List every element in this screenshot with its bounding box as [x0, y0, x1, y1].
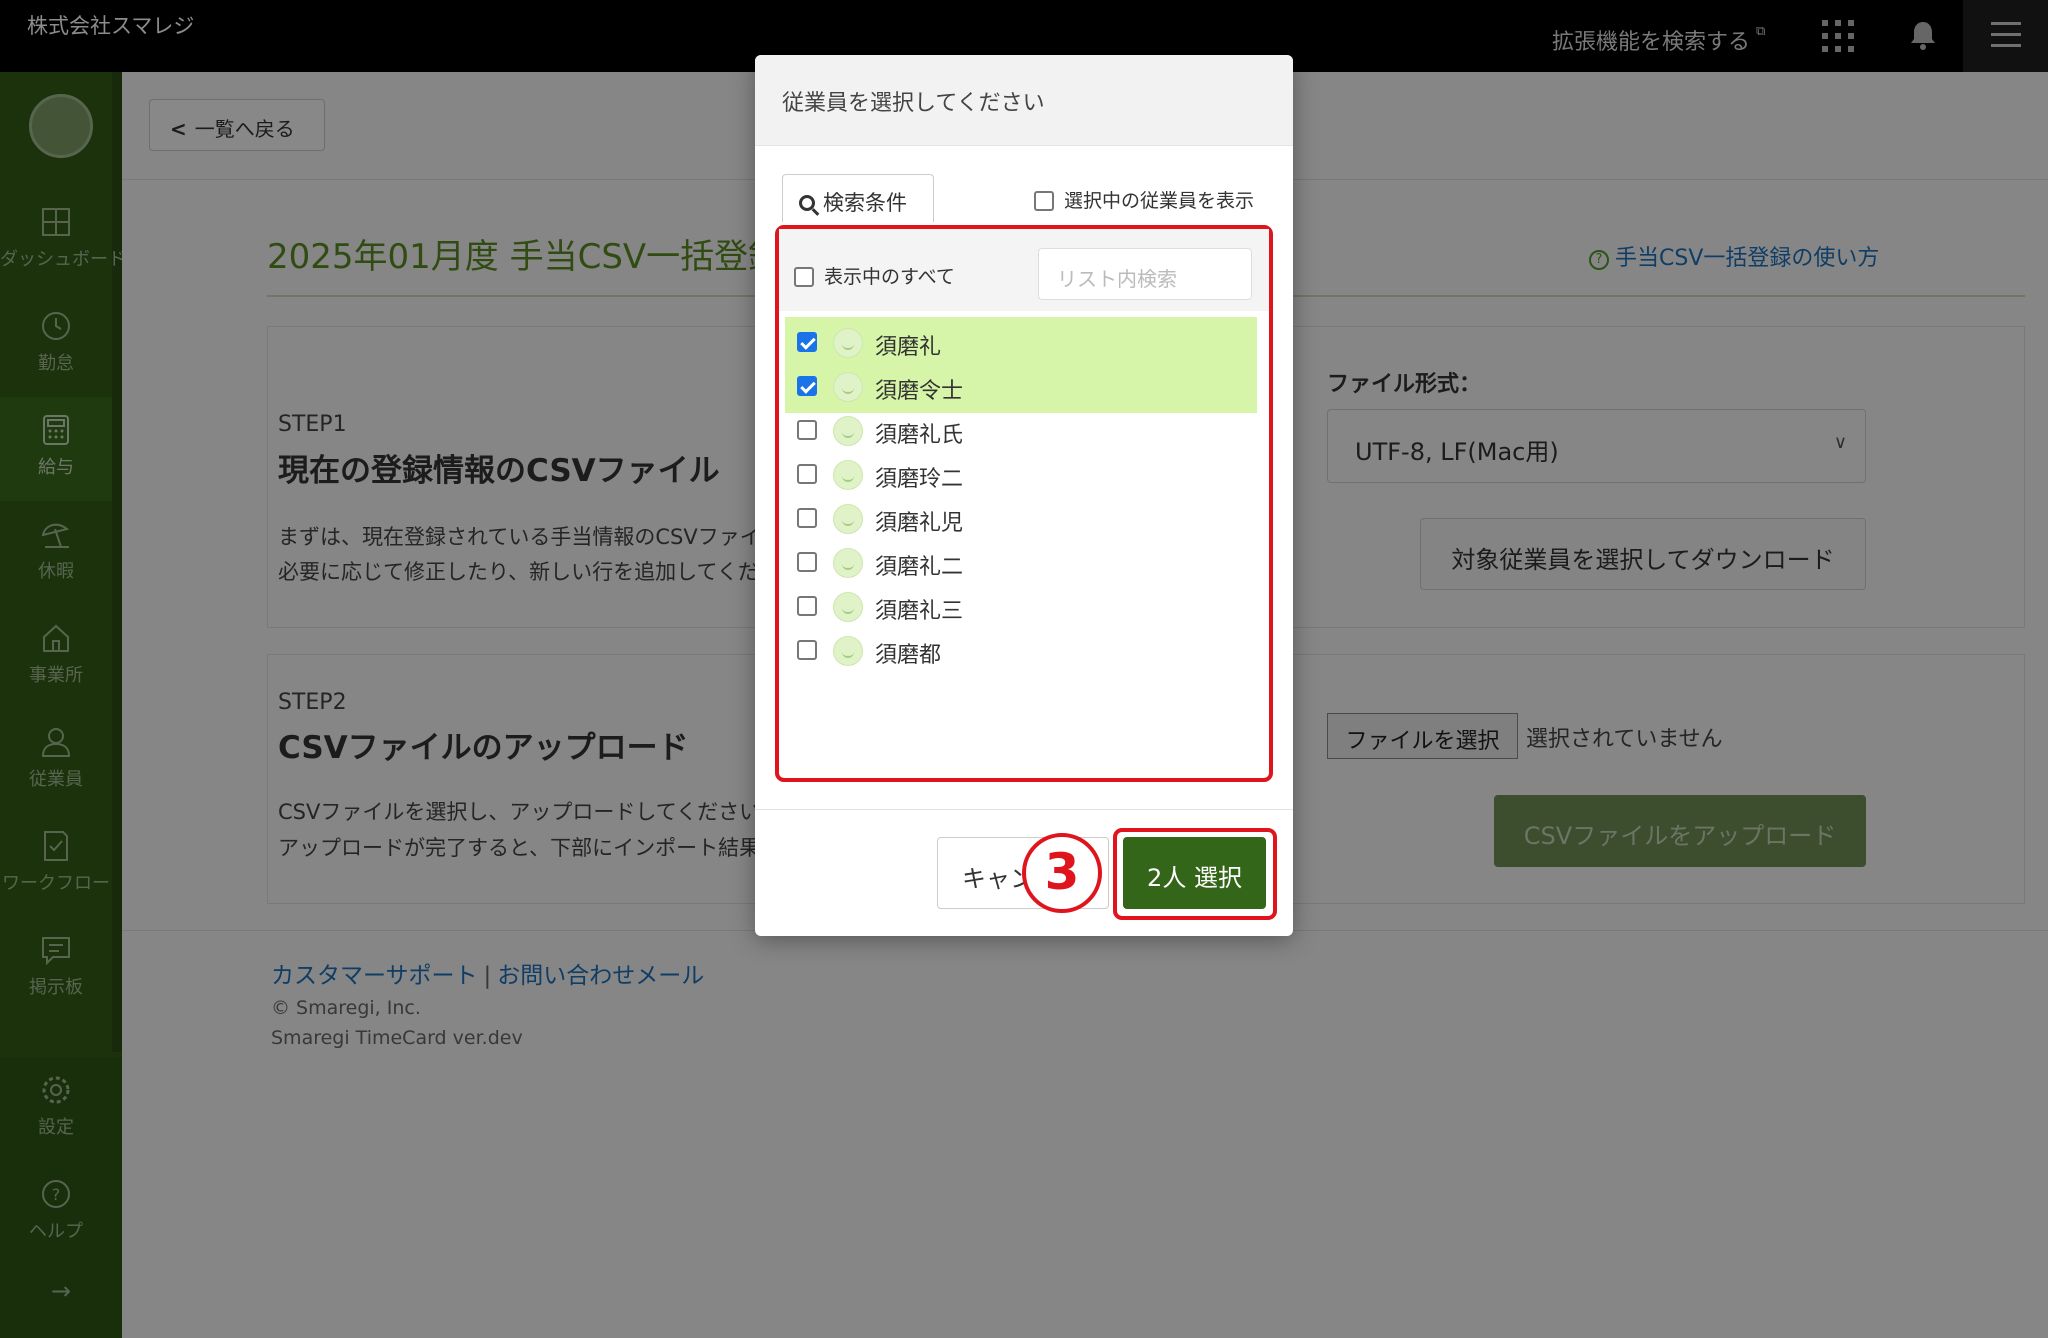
employee-checkbox[interactable]: [797, 332, 817, 352]
show-selected-toggle[interactable]: 選択中の従業員を表示: [1034, 186, 1254, 213]
employee-avatar: [833, 592, 863, 622]
employee-name: 須磨礼氏: [875, 423, 964, 448]
step-number-marker: 3: [1022, 833, 1102, 913]
employee-checkbox[interactable]: [797, 596, 817, 616]
show-selected-checkbox[interactable]: [1034, 191, 1054, 211]
employee-avatar: [833, 636, 863, 666]
employee-checkbox[interactable]: [797, 464, 817, 484]
select-all-label: 表示中のすべて: [824, 266, 955, 288]
search-icon: [799, 195, 815, 211]
employee-checkbox[interactable]: [797, 376, 817, 396]
employee-checkbox[interactable]: [797, 508, 817, 528]
employee-name: 須磨玲二: [875, 467, 964, 492]
employee-name: 須磨礼三: [875, 599, 964, 624]
employee-checkbox[interactable]: [797, 552, 817, 572]
employee-select-modal: 従業員を選択してください 検索条件 選択中の従業員を表示 表示中のすべて リスト…: [755, 55, 1293, 936]
select-all-checkbox[interactable]: [794, 267, 814, 287]
employee-list-header: 表示中のすべて リスト内検索: [779, 229, 1269, 311]
select-all-toggle[interactable]: 表示中のすべて: [794, 262, 955, 289]
employee-avatar: [833, 504, 863, 534]
search-tab-label: 検索条件: [823, 191, 907, 215]
modal-title: 従業員を選択してください: [782, 91, 1045, 116]
confirm-select-button[interactable]: 2人 選択: [1123, 837, 1266, 909]
divider: [755, 809, 1293, 810]
employee-name: 須磨礼児: [875, 511, 964, 536]
employee-name: 須磨都: [875, 643, 942, 668]
employee-avatar: [833, 328, 863, 358]
employee-checkbox[interactable]: [797, 420, 817, 440]
show-selected-label: 選択中の従業員を表示: [1064, 190, 1255, 212]
employee-row[interactable]: 須磨都: [785, 625, 1257, 677]
employee-name: 須磨礼: [875, 335, 942, 360]
employee-avatar: [833, 460, 863, 490]
employee-avatar: [833, 548, 863, 578]
employee-checkbox[interactable]: [797, 640, 817, 660]
employee-name: 須磨礼二: [875, 555, 964, 580]
employee-name: 須磨令士: [875, 379, 964, 404]
modal-header: 従業員を選択してください: [755, 55, 1293, 146]
employee-avatar: [833, 416, 863, 446]
employee-avatar: [833, 372, 863, 402]
list-search-input[interactable]: リスト内検索: [1038, 248, 1252, 300]
employee-list: 表示中のすべて リスト内検索 須磨礼須磨令士須磨礼氏須磨玲二須磨礼児須磨礼二須磨…: [775, 225, 1273, 782]
search-conditions-tab[interactable]: 検索条件: [782, 174, 934, 222]
